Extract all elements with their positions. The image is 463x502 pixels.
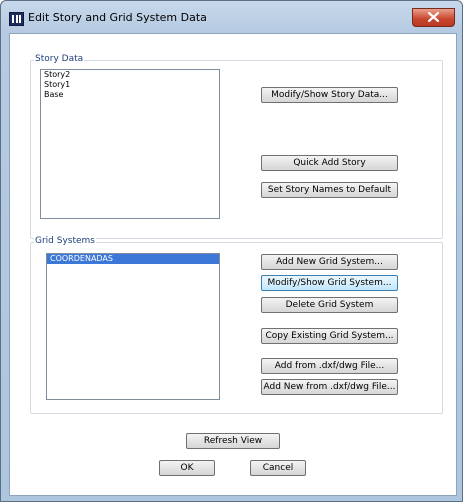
add-new-grid-system-button[interactable]: Add New Grid System... [261,254,398,270]
story-listbox[interactable]: Story2 Story1 Base [40,69,220,219]
grid-systems-label: Grid Systems [34,236,96,246]
grid-systems-listbox[interactable]: COORDENADAS [46,253,220,400]
close-button[interactable] [412,8,455,27]
modify-show-grid-system-button[interactable]: Modify/Show Grid System... [261,275,398,291]
title-bar[interactable]: Edit Story and Grid System Data [1,1,462,33]
cancel-button[interactable]: Cancel [250,460,306,476]
story-list-item[interactable]: Story1 [41,80,219,90]
app-icon [9,12,24,26]
story-list-item[interactable]: Story2 [41,70,219,80]
set-story-names-default-button[interactable]: Set Story Names to Default [261,182,398,198]
delete-grid-system-button[interactable]: Delete Grid System [261,297,398,313]
copy-existing-grid-system-button[interactable]: Copy Existing Grid System... [261,328,398,344]
add-new-from-dxf-button[interactable]: Add New from .dxf/dwg File... [261,379,398,395]
refresh-view-button[interactable]: Refresh View [186,433,280,449]
close-icon [428,12,439,22]
dialog-body: Story Data Story2 Story1 Base Modify/Sho… [9,33,457,496]
dialog-window: Edit Story and Grid System Data Story Da… [0,0,463,502]
story-data-label: Story Data [34,54,85,64]
window-title: Edit Story and Grid System Data [28,11,207,24]
story-list-item[interactable]: Base [41,90,219,100]
add-from-dxf-button[interactable]: Add from .dxf/dwg File... [261,358,398,374]
quick-add-story-button[interactable]: Quick Add Story [261,155,398,171]
ok-button[interactable]: OK [159,460,215,476]
modify-show-story-data-button[interactable]: Modify/Show Story Data... [261,87,398,103]
grid-system-list-item[interactable]: COORDENADAS [47,254,219,264]
